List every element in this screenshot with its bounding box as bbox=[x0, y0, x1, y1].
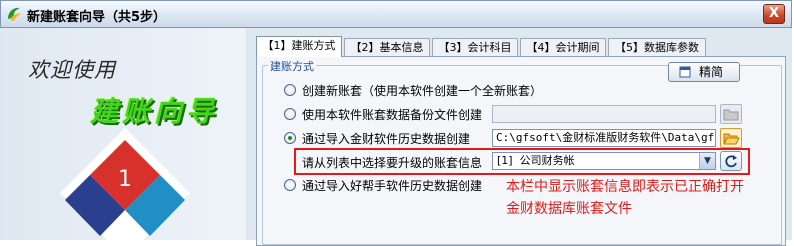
option-create-new-label: 创建新账套（使用本软件创建一个全新账套） bbox=[302, 84, 543, 98]
tab-basic-info[interactable]: 【2】基本信息 bbox=[344, 38, 430, 56]
jincai-path-input[interactable]: C:\gfsoft\金财标准版财务软件\Data\gf: bbox=[492, 129, 716, 147]
close-button[interactable]: X bbox=[763, 4, 785, 24]
app-logo-icon bbox=[8, 7, 21, 21]
tab-account-method[interactable]: 【1】建账方式 bbox=[256, 36, 342, 57]
tab-database-params[interactable]: 【5】数据库参数 bbox=[608, 38, 706, 56]
simplify-button[interactable]: 精简 bbox=[668, 62, 740, 82]
welcome-text: 欢迎使用 bbox=[28, 58, 116, 82]
simplify-button-label: 精简 bbox=[699, 65, 724, 79]
title-bar: 新建账套向导（共5步） X bbox=[0, 0, 792, 28]
radio-from-backup[interactable] bbox=[284, 108, 296, 120]
option-import-jincai-label: 通过导入金财软件历史数据创建 bbox=[302, 132, 471, 146]
step-graphic: 1 bbox=[60, 128, 190, 240]
window-title: 新建账套向导（共5步） bbox=[27, 10, 167, 25]
backup-path-input[interactable] bbox=[492, 105, 716, 123]
group-label: 建账方式 bbox=[268, 58, 316, 74]
open-folder-icon bbox=[723, 133, 740, 145]
radio-create-new[interactable] bbox=[284, 84, 296, 96]
annotation-line-2: 金财数据库账套文件 bbox=[506, 201, 632, 217]
highlight-box bbox=[294, 148, 750, 175]
tab-accounting-subjects[interactable]: 【3】会计科目 bbox=[432, 38, 518, 56]
annotation-line-1: 本栏中显示账套信息即表示已正确打开 bbox=[506, 179, 744, 195]
annotation-note: 本栏中显示账套信息即表示已正确打开 金财数据库账套文件 bbox=[506, 176, 786, 220]
step-number: 1 bbox=[118, 167, 132, 192]
wizard-title: 建账向导 bbox=[90, 95, 219, 128]
jincai-browse-button[interactable] bbox=[720, 128, 742, 148]
tab-accounting-period[interactable]: 【4】会计期间 bbox=[520, 38, 606, 56]
step-diamond-icon: 1 bbox=[60, 128, 190, 240]
option-import-haobangshou-label: 通过导入好帮手软件历史数据创建 bbox=[302, 179, 483, 193]
welcome-panel: 欢迎使用 建账向导 1 bbox=[0, 28, 246, 240]
window-icon bbox=[679, 66, 691, 78]
radio-import-haobangshou[interactable] bbox=[284, 179, 296, 191]
option-from-backup-label: 使用本软件账套数据备份文件创建 bbox=[302, 108, 483, 122]
radio-import-jincai[interactable] bbox=[284, 132, 296, 144]
folder-icon bbox=[723, 109, 739, 121]
backup-browse-button[interactable] bbox=[720, 104, 742, 124]
